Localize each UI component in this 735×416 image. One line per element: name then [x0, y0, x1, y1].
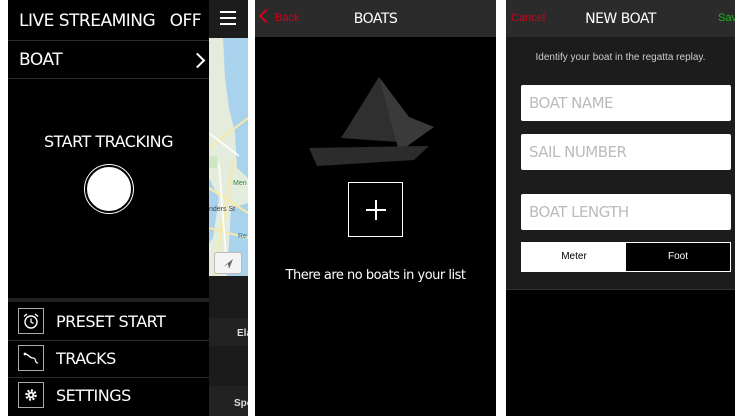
locate-me-button[interactable]	[214, 252, 242, 274]
map-side-text: Spe	[234, 398, 248, 409]
sail-number-field[interactable]	[521, 134, 731, 170]
new-boat-screen: Cancel NEW BOAT Sav Identify your boat i…	[506, 0, 735, 416]
sailboat-illustration	[309, 77, 434, 166]
unit-option-foot[interactable]: Foot	[626, 243, 730, 271]
map-info-strip: Ela	[209, 318, 248, 346]
page-title: NEW BOAT	[585, 11, 656, 27]
start-tracking-label: START TRACKING	[43, 132, 174, 151]
gear-icon	[18, 382, 44, 408]
boat-length-input[interactable]	[521, 194, 731, 230]
map-label: Re	[238, 233, 247, 240]
sail-number-input[interactable]	[521, 134, 731, 170]
add-boat-button[interactable]	[348, 182, 403, 237]
side-menu-panel: LIVE STREAMING OFF BOAT START TRACKING P…	[8, 0, 209, 416]
tracking-screen: LIVE STREAMING OFF BOAT START TRACKING P…	[8, 0, 248, 416]
nav-bar: Cancel NEW BOAT Sav	[506, 0, 735, 37]
live-streaming-label: LIVE STREAMING	[19, 11, 156, 31]
menu-item-label: TRACKS	[56, 349, 116, 368]
map-header	[209, 0, 248, 38]
chevron-right-icon	[189, 52, 206, 69]
boat-length-field[interactable]	[521, 194, 731, 230]
map-view[interactable]: Men nders St Re	[209, 38, 248, 276]
hamburger-menu-icon[interactable]	[220, 11, 236, 25]
live-streaming-value[interactable]: OFF	[170, 11, 202, 31]
start-tracking-button[interactable]	[85, 165, 133, 213]
save-button[interactable]: Sav	[718, 12, 735, 24]
map-label: Men	[233, 180, 247, 187]
map-side-text: Ela	[237, 328, 248, 339]
length-unit-toggle[interactable]: Meter Foot	[521, 242, 731, 272]
menu-item-tracks[interactable]: TRACKS	[8, 341, 209, 378]
menu-item-label: PRESET START	[56, 312, 166, 331]
menu-item-settings[interactable]: SETTINGS	[8, 378, 209, 414]
boat-row[interactable]: BOAT	[8, 41, 209, 79]
map-label: nders St	[209, 206, 236, 213]
track-path-icon	[18, 345, 44, 371]
menu-item-preset-start[interactable]: PRESET START	[8, 304, 209, 341]
boat-label: BOAT	[19, 50, 63, 70]
alarm-clock-icon	[18, 308, 44, 334]
boat-name-input[interactable]	[521, 85, 731, 121]
empty-state-text: There are no boats in your list	[285, 268, 466, 283]
form-hint: Identify your boat in the regatta replay…	[535, 52, 706, 63]
map-info-strip: Spe	[209, 386, 248, 416]
menu-divider	[8, 298, 209, 302]
menu-item-label: SETTINGS	[56, 386, 131, 405]
boat-name-field[interactable]	[521, 85, 731, 121]
unit-option-meter[interactable]: Meter	[522, 243, 626, 271]
live-streaming-row[interactable]: LIVE STREAMING OFF	[8, 0, 209, 41]
boats-screen: Back BOATS There are no boats in your li…	[255, 0, 496, 416]
nav-bar: Back BOATS	[255, 0, 496, 37]
page-title: BOATS	[353, 11, 398, 27]
map-peek: Men nders St Re Ela Spe	[209, 0, 248, 416]
